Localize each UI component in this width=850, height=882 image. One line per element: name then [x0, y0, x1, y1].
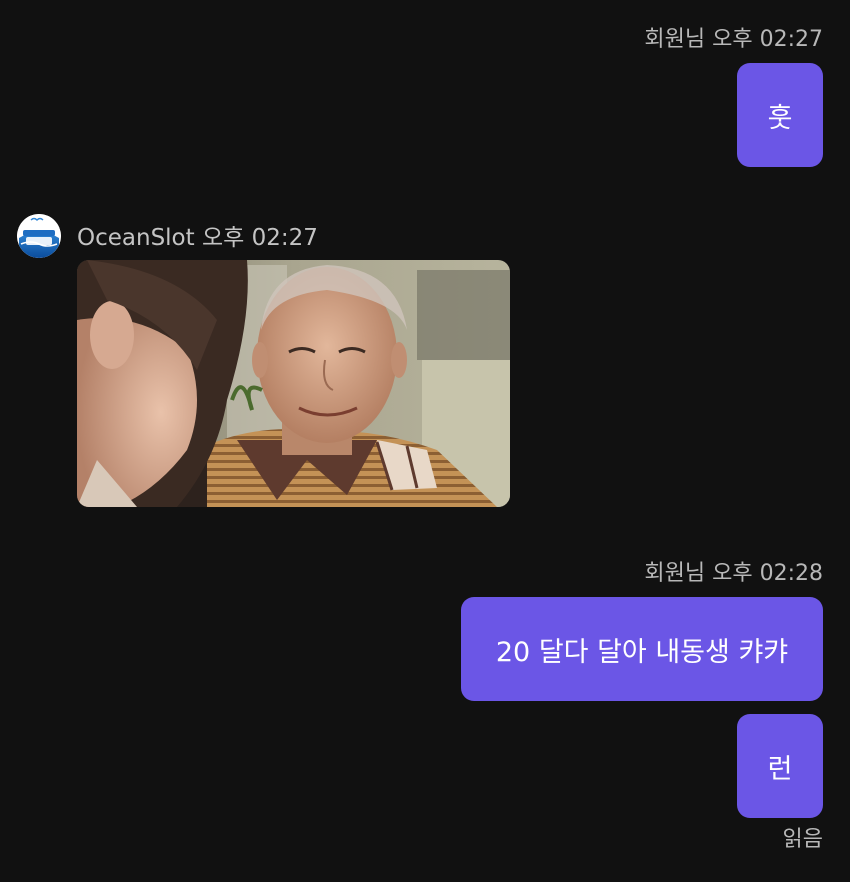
chat-bubble-3[interactable]: 20 달다 달아 내동생 캬캬 [461, 597, 823, 701]
photo-image [77, 260, 510, 507]
message-text: 훗 [767, 102, 793, 134]
sender-name: OceanSlot [77, 225, 195, 251]
read-status: 읽음 [782, 827, 823, 852]
message-2-header: OceanSlot 오후 02:27 [77, 224, 318, 252]
timestamp: 오후 02:28 [712, 561, 823, 586]
ocean-slot-logo-icon [17, 214, 61, 258]
chat-bubble-1[interactable]: 훗 [737, 63, 823, 167]
timestamp: 오후 02:27 [712, 27, 823, 52]
image-attachment[interactable] [77, 260, 510, 507]
message-text: 런 [767, 753, 793, 785]
avatar[interactable] [17, 214, 61, 258]
message-1-header: 회원님 오후 02:27 [644, 26, 823, 54]
message-text: 20 달다 달아 내동생 캬캬 [495, 636, 789, 668]
message-3-header: 회원님 오후 02:28 [644, 560, 823, 588]
sender-name: 회원님 [644, 27, 706, 52]
chat-bubble-4[interactable]: 런 [737, 714, 823, 818]
timestamp: 오후 02:27 [201, 225, 318, 251]
sender-name: 회원님 [644, 561, 706, 586]
